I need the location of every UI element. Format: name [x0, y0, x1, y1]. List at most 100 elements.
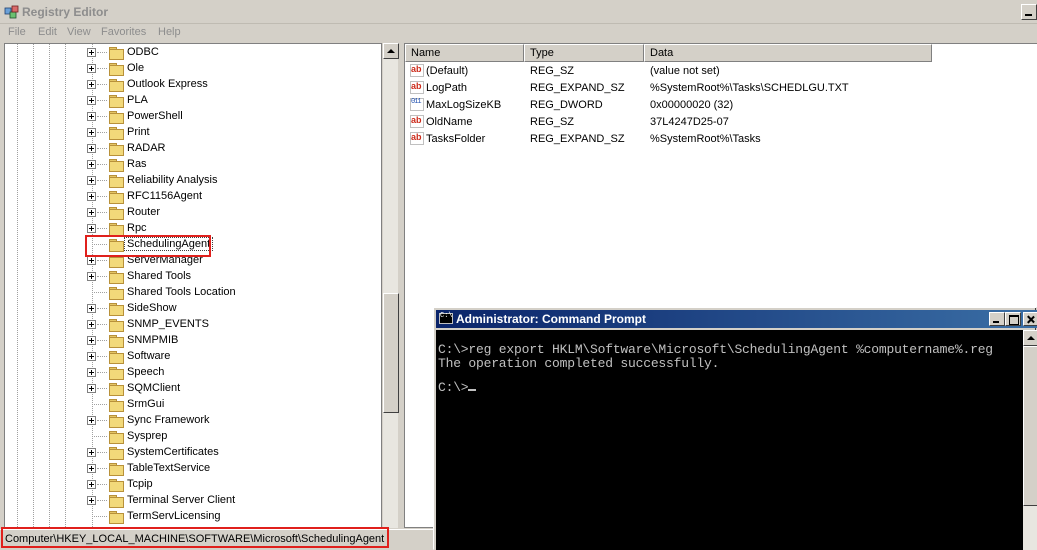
tree-item[interactable]: TableTextService	[87, 461, 377, 477]
tree-item[interactable]: RFC1156Agent	[87, 189, 377, 205]
tree-item[interactable]: SideShow	[87, 301, 377, 317]
expand-plus-icon[interactable]	[87, 160, 96, 169]
tree-item[interactable]: Speech	[87, 365, 377, 381]
tree-item[interactable]: SNMP_EVENTS	[87, 317, 377, 333]
tree-item[interactable]: TermServLicensing	[87, 509, 377, 525]
expand-plus-icon[interactable]	[87, 48, 96, 57]
scroll-thumb[interactable]	[383, 293, 399, 413]
folder-icon	[109, 415, 124, 428]
expand-plus-icon[interactable]	[87, 368, 96, 377]
expand-plus-icon[interactable]	[87, 96, 96, 105]
cmd-scroll-up-button[interactable]	[1023, 330, 1037, 346]
tree-item[interactable]: ODBC	[87, 45, 377, 61]
tree-item[interactable]: Ras	[87, 157, 377, 173]
value-data: %SystemRoot%\Tasks\SCHEDLGU.TXT	[650, 82, 849, 94]
tree-item-label: Sysprep	[127, 430, 168, 442]
expand-plus-icon[interactable]	[87, 192, 96, 201]
value-data: %SystemRoot%\Tasks	[650, 133, 761, 145]
tree-item-label: SideShow	[127, 302, 177, 314]
expand-plus-icon[interactable]	[87, 352, 96, 361]
folder-icon	[109, 367, 124, 380]
expand-plus-icon[interactable]	[87, 416, 96, 425]
cmd-scrollbar[interactable]	[1023, 330, 1037, 550]
expand-plus-icon[interactable]	[87, 80, 96, 89]
tree-item[interactable]: Print	[87, 125, 377, 141]
console-prompt-line[interactable]: C:\>	[438, 380, 477, 395]
expand-plus-icon[interactable]	[87, 128, 96, 137]
column-header-name[interactable]: Name	[405, 44, 524, 62]
menu-file[interactable]: File	[8, 26, 26, 38]
cmd-maximize-button[interactable]	[1005, 312, 1021, 326]
expand-plus-icon[interactable]	[87, 144, 96, 153]
tree-connector	[97, 500, 107, 501]
menu-favorites[interactable]: Favorites	[101, 26, 146, 38]
expand-plus-icon[interactable]	[87, 448, 96, 457]
title-bar[interactable]: Registry Editor	[0, 0, 1037, 24]
expand-plus-icon[interactable]	[87, 272, 96, 281]
tree-item-label: Router	[127, 206, 161, 218]
expand-plus-icon[interactable]	[87, 176, 96, 185]
column-header-type[interactable]: Type	[524, 44, 644, 62]
menu-help[interactable]: Help	[158, 26, 181, 38]
scroll-up-button[interactable]	[383, 43, 399, 59]
command-prompt-window[interactable]: Administrator: Command Prompt C:\>reg ex…	[433, 307, 1037, 550]
minimize-button[interactable]	[1021, 4, 1037, 20]
cmd-minimize-button[interactable]	[989, 312, 1005, 326]
tree-item[interactable]: SrmGui	[87, 397, 377, 413]
tree-item[interactable]: Sysprep	[87, 429, 377, 445]
value-row[interactable]: LogPath REG_EXPAND_SZ %SystemRoot%\Tasks\S…	[405, 80, 1025, 97]
expand-plus-icon[interactable]	[87, 320, 96, 329]
tree-item-label: Shared Tools	[127, 270, 192, 282]
value-row[interactable]: MaxLogSizeKB REG_DWORD 0x00000020 (32)	[405, 97, 1025, 114]
tree-connector	[97, 68, 107, 69]
expand-plus-icon[interactable]	[87, 64, 96, 73]
column-header-data[interactable]: Data	[644, 44, 932, 62]
tree-item[interactable]: Terminal Server Client	[87, 493, 377, 509]
value-row[interactable]: OldName REG_SZ 37L4247D25-07	[405, 114, 1025, 131]
expand-plus-icon[interactable]	[87, 304, 96, 313]
expand-plus-icon[interactable]	[87, 496, 96, 505]
expand-plus-icon[interactable]	[87, 384, 96, 393]
expand-plus-icon[interactable]	[87, 208, 96, 217]
expand-plus-icon[interactable]	[87, 256, 96, 265]
tree-item[interactable]: Shared Tools Location	[87, 285, 377, 301]
folder-icon	[109, 127, 124, 140]
tree-item[interactable]: Shared Tools	[87, 269, 377, 285]
tree-item[interactable]: Router	[87, 205, 377, 221]
tree-item-label: SQMClient	[127, 382, 181, 394]
tree-item[interactable]: Tcpip	[87, 477, 377, 493]
tree-item[interactable]: SQMClient	[87, 381, 377, 397]
folder-icon	[109, 223, 124, 236]
cmd-console[interactable]: C:\>reg export HKLM\Software\Microsoft\S…	[436, 330, 1023, 550]
menu-edit[interactable]: Edit	[38, 26, 57, 38]
tree-connector	[97, 260, 107, 261]
expand-plus-icon[interactable]	[87, 224, 96, 233]
tree-item[interactable]: Ole	[87, 61, 377, 77]
value-row[interactable]: TasksFolder REG_EXPAND_SZ %SystemRoot%\Tas…	[405, 131, 1025, 148]
value-name: LogPath	[426, 82, 467, 94]
tree-item[interactable]: SystemCertificates	[87, 445, 377, 461]
value-name: MaxLogSizeKB	[426, 99, 502, 111]
tree-item[interactable]: Reliability Analysis	[87, 173, 377, 189]
tree-item[interactable]: Outlook Express	[87, 77, 377, 93]
tree-item-label: PowerShell	[127, 110, 183, 122]
expand-plus-icon[interactable]	[87, 112, 96, 121]
tree-item[interactable]: RADAR	[87, 141, 377, 157]
expand-plus-icon[interactable]	[87, 480, 96, 489]
tree-item[interactable]: SNMPMIB	[87, 333, 377, 349]
cmd-scroll-thumb[interactable]	[1023, 346, 1037, 506]
cmd-close-button[interactable]	[1023, 312, 1037, 326]
menu-view[interactable]: View	[67, 26, 91, 38]
tree-item[interactable]: PLA	[87, 93, 377, 109]
registry-tree[interactable]: ODBC Ole Outlook Express PLA PowerShell Print…	[4, 43, 382, 528]
cmd-window-title: Administrator: Command Prompt	[456, 312, 647, 326]
tree-item[interactable]: Sync Framework	[87, 413, 377, 429]
tree-item[interactable]: Software	[87, 349, 377, 365]
value-row[interactable]: (Default) REG_SZ (value not set)	[405, 63, 1025, 80]
tree-item-label: Software	[127, 350, 171, 362]
tree-scrollbar[interactable]	[382, 43, 399, 528]
tree-item[interactable]: PowerShell	[87, 109, 377, 125]
expand-plus-icon[interactable]	[87, 464, 96, 473]
expand-plus-icon[interactable]	[87, 336, 96, 345]
cmd-title-bar[interactable]: Administrator: Command Prompt	[436, 310, 1037, 328]
